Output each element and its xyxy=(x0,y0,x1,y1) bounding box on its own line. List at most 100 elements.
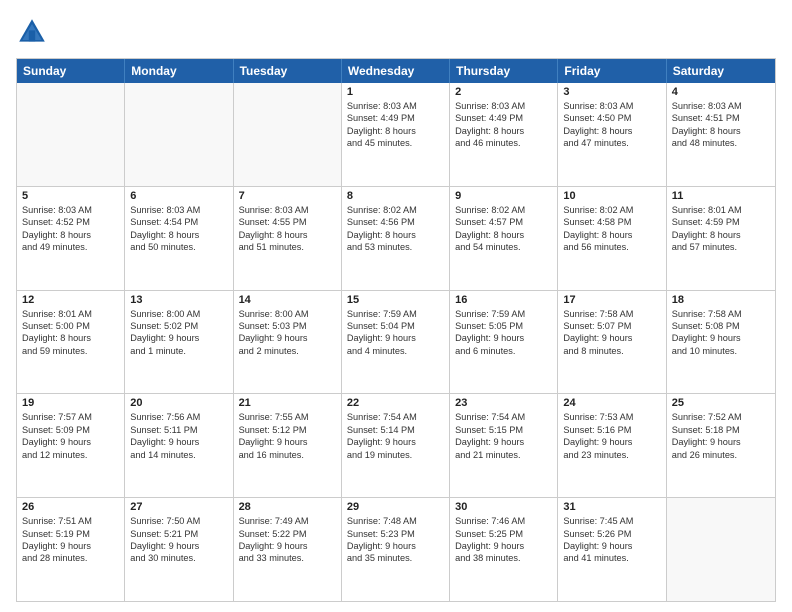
day-info: Sunrise: 7:59 AM Sunset: 5:05 PM Dayligh… xyxy=(455,308,552,358)
weekday-header-cell: Thursday xyxy=(450,59,558,83)
day-number: 28 xyxy=(239,501,336,513)
day-info: Sunrise: 8:03 AM Sunset: 4:52 PM Dayligh… xyxy=(22,204,119,254)
calendar-week: 12Sunrise: 8:01 AM Sunset: 5:00 PM Dayli… xyxy=(17,291,775,395)
calendar-cell: 3 Sunrise: 8:03 AM Sunset: 4:50 PM Daylig… xyxy=(558,83,666,186)
day-info: Sunrise: 7:56 AM Sunset: 5:11 PM Dayligh… xyxy=(130,411,227,461)
weekday-header-cell: Friday xyxy=(558,59,666,83)
day-number: 18 xyxy=(672,294,770,306)
calendar-cell: 21 Sunrise: 7:55 AM Sunset: 5:12 PM Dayli… xyxy=(234,394,342,497)
day-number: 14 xyxy=(239,294,336,306)
day-info: Sunrise: 8:00 AM Sunset: 5:03 PM Dayligh… xyxy=(239,308,336,358)
day-number: 7 xyxy=(239,190,336,202)
logo xyxy=(16,16,52,48)
day-info: Sunrise: 7:46 AM Sunset: 5:25 PM Dayligh… xyxy=(455,515,552,565)
calendar-cell: 18 Sunrise: 7:58 AM Sunset: 5:08 PM Dayli… xyxy=(667,291,775,394)
calendar-cell: 4 Sunrise: 8:03 AM Sunset: 4:51 PM Daylig… xyxy=(667,83,775,186)
calendar-cell: 30 Sunrise: 7:46 AM Sunset: 5:25 PM Dayli… xyxy=(450,498,558,601)
day-info: Sunrise: 8:01 AM Sunset: 4:59 PM Dayligh… xyxy=(672,204,770,254)
calendar-cell: 7 Sunrise: 8:03 AM Sunset: 4:55 PM Daylig… xyxy=(234,187,342,290)
day-number: 5 xyxy=(22,190,119,202)
calendar-cell: 20 Sunrise: 7:56 AM Sunset: 5:11 PM Dayli… xyxy=(125,394,233,497)
day-number: 8 xyxy=(347,190,444,202)
day-number: 23 xyxy=(455,397,552,409)
calendar-cell: 2 Sunrise: 8:03 AM Sunset: 4:49 PM Daylig… xyxy=(450,83,558,186)
day-info: Sunrise: 8:02 AM Sunset: 4:58 PM Dayligh… xyxy=(563,204,660,254)
day-info: Sunrise: 8:02 AM Sunset: 4:57 PM Dayligh… xyxy=(455,204,552,254)
weekday-header-cell: Monday xyxy=(125,59,233,83)
day-info: Sunrise: 8:03 AM Sunset: 4:51 PM Dayligh… xyxy=(672,100,770,150)
weekday-header-cell: Tuesday xyxy=(234,59,342,83)
day-number: 10 xyxy=(563,190,660,202)
day-info: Sunrise: 8:03 AM Sunset: 4:55 PM Dayligh… xyxy=(239,204,336,254)
day-number: 19 xyxy=(22,397,119,409)
day-number: 21 xyxy=(239,397,336,409)
calendar-week: 19 Sunrise: 7:57 AM Sunset: 5:09 PM Dayli… xyxy=(17,394,775,498)
calendar-cell: 16 Sunrise: 7:59 AM Sunset: 5:05 PM Dayli… xyxy=(450,291,558,394)
calendar-cell: 28Sunrise: 7:49 AM Sunset: 5:22 PM Dayli… xyxy=(234,498,342,601)
calendar-cell: 15 Sunrise: 7:59 AM Sunset: 5:04 PM Dayli… xyxy=(342,291,450,394)
day-number: 30 xyxy=(455,501,552,513)
calendar-cell: 5 Sunrise: 8:03 AM Sunset: 4:52 PM Daylig… xyxy=(17,187,125,290)
day-number: 25 xyxy=(672,397,770,409)
day-number: 15 xyxy=(347,294,444,306)
calendar-cell xyxy=(17,83,125,186)
day-info: Sunrise: 7:57 AM Sunset: 5:09 PM Dayligh… xyxy=(22,411,119,461)
logo-icon xyxy=(16,16,48,48)
calendar-cell: 8 Sunrise: 8:02 AM Sunset: 4:56 PM Daylig… xyxy=(342,187,450,290)
day-info: Sunrise: 7:51 AM Sunset: 5:19 PM Dayligh… xyxy=(22,515,119,565)
day-number: 27 xyxy=(130,501,227,513)
calendar-cell: 10 Sunrise: 8:02 AM Sunset: 4:58 PM Dayli… xyxy=(558,187,666,290)
day-info: Sunrise: 7:52 AM Sunset: 5:18 PM Dayligh… xyxy=(672,411,770,461)
calendar-cell: 19 Sunrise: 7:57 AM Sunset: 5:09 PM Dayli… xyxy=(17,394,125,497)
day-info: Sunrise: 8:03 AM Sunset: 4:50 PM Dayligh… xyxy=(563,100,660,150)
calendar-grid: SundayMondayTuesdayWednesdayThursdayFrid… xyxy=(16,58,776,602)
day-info: Sunrise: 7:50 AM Sunset: 5:21 PM Dayligh… xyxy=(130,515,227,565)
calendar-cell: 13Sunrise: 8:00 AM Sunset: 5:02 PM Dayli… xyxy=(125,291,233,394)
day-number: 22 xyxy=(347,397,444,409)
day-info: Sunrise: 7:55 AM Sunset: 5:12 PM Dayligh… xyxy=(239,411,336,461)
page: SundayMondayTuesdayWednesdayThursdayFrid… xyxy=(0,0,792,612)
calendar-cell: 25 Sunrise: 7:52 AM Sunset: 5:18 PM Dayli… xyxy=(667,394,775,497)
calendar-cell: 23Sunrise: 7:54 AM Sunset: 5:15 PM Dayli… xyxy=(450,394,558,497)
weekday-header: SundayMondayTuesdayWednesdayThursdayFrid… xyxy=(17,59,775,83)
calendar-cell: 11 Sunrise: 8:01 AM Sunset: 4:59 PM Dayli… xyxy=(667,187,775,290)
day-info: Sunrise: 8:02 AM Sunset: 4:56 PM Dayligh… xyxy=(347,204,444,254)
calendar-week: 1 Sunrise: 8:03 AM Sunset: 4:49 PM Daylig… xyxy=(17,83,775,187)
calendar-cell: 14 Sunrise: 8:00 AM Sunset: 5:03 PM Dayli… xyxy=(234,291,342,394)
day-number: 9 xyxy=(455,190,552,202)
calendar-cell: 6Sunrise: 8:03 AM Sunset: 4:54 PM Daylig… xyxy=(125,187,233,290)
calendar-cell: 1 Sunrise: 8:03 AM Sunset: 4:49 PM Daylig… xyxy=(342,83,450,186)
calendar-cell xyxy=(125,83,233,186)
day-number: 1 xyxy=(347,86,444,98)
calendar-week: 5 Sunrise: 8:03 AM Sunset: 4:52 PM Daylig… xyxy=(17,187,775,291)
calendar-cell: 12Sunrise: 8:01 AM Sunset: 5:00 PM Dayli… xyxy=(17,291,125,394)
day-info: Sunrise: 8:01 AM Sunset: 5:00 PM Dayligh… xyxy=(22,308,119,358)
day-info: Sunrise: 8:03 AM Sunset: 4:49 PM Dayligh… xyxy=(455,100,552,150)
day-number: 11 xyxy=(672,190,770,202)
day-info: Sunrise: 8:03 AM Sunset: 4:49 PM Dayligh… xyxy=(347,100,444,150)
day-number: 20 xyxy=(130,397,227,409)
day-number: 29 xyxy=(347,501,444,513)
day-number: 24 xyxy=(563,397,660,409)
day-info: Sunrise: 7:58 AM Sunset: 5:08 PM Dayligh… xyxy=(672,308,770,358)
day-number: 16 xyxy=(455,294,552,306)
day-number: 3 xyxy=(563,86,660,98)
calendar-week: 26Sunrise: 7:51 AM Sunset: 5:19 PM Dayli… xyxy=(17,498,775,601)
calendar-cell: 24Sunrise: 7:53 AM Sunset: 5:16 PM Dayli… xyxy=(558,394,666,497)
day-info: Sunrise: 7:48 AM Sunset: 5:23 PM Dayligh… xyxy=(347,515,444,565)
day-number: 31 xyxy=(563,501,660,513)
header xyxy=(16,16,776,48)
calendar-body: 1 Sunrise: 8:03 AM Sunset: 4:49 PM Daylig… xyxy=(17,83,775,601)
day-number: 4 xyxy=(672,86,770,98)
calendar-cell: 26Sunrise: 7:51 AM Sunset: 5:19 PM Dayli… xyxy=(17,498,125,601)
weekday-header-cell: Wednesday xyxy=(342,59,450,83)
calendar-cell: 17Sunrise: 7:58 AM Sunset: 5:07 PM Dayli… xyxy=(558,291,666,394)
calendar-cell: 31 Sunrise: 7:45 AM Sunset: 5:26 PM Dayli… xyxy=(558,498,666,601)
day-number: 2 xyxy=(455,86,552,98)
calendar-cell xyxy=(234,83,342,186)
day-info: Sunrise: 7:45 AM Sunset: 5:26 PM Dayligh… xyxy=(563,515,660,565)
weekday-header-cell: Sunday xyxy=(17,59,125,83)
calendar-cell: 9 Sunrise: 8:02 AM Sunset: 4:57 PM Daylig… xyxy=(450,187,558,290)
calendar-cell: 27 Sunrise: 7:50 AM Sunset: 5:21 PM Dayli… xyxy=(125,498,233,601)
day-info: Sunrise: 7:59 AM Sunset: 5:04 PM Dayligh… xyxy=(347,308,444,358)
